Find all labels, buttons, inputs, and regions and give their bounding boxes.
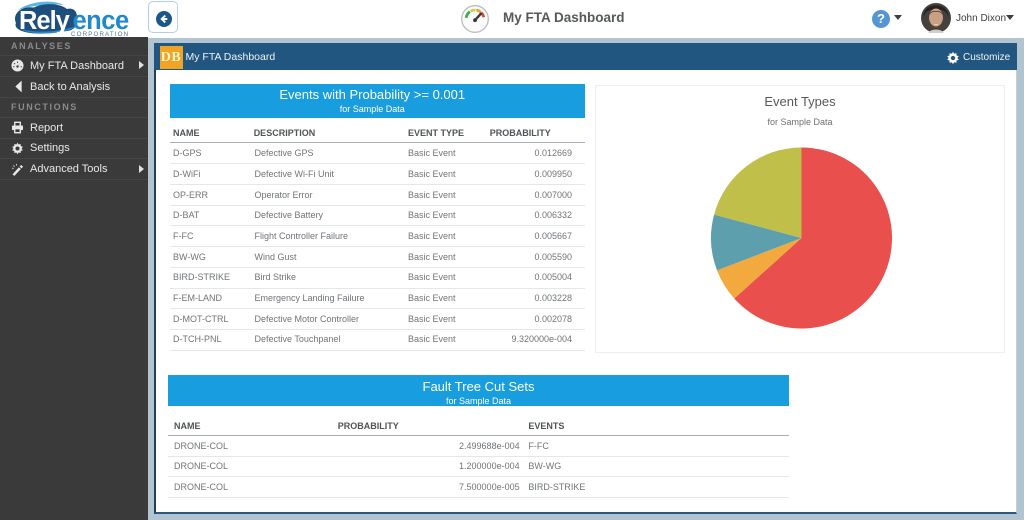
svg-text:Rely: Rely — [19, 7, 71, 35]
